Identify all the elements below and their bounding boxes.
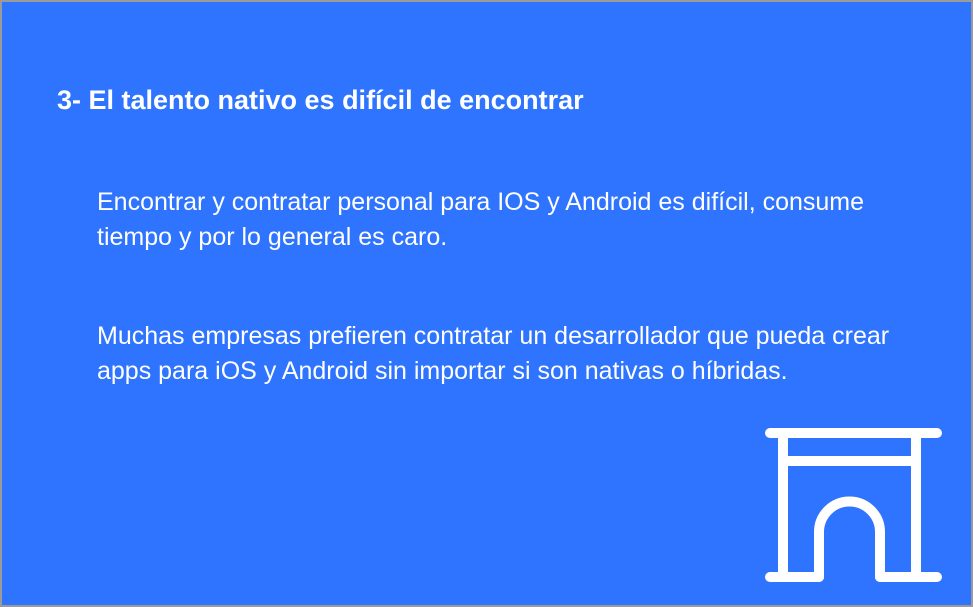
paragraph-companies-preference: Muchas empresas prefieren contratar un d… — [97, 322, 890, 385]
arch-icon — [765, 428, 942, 582]
paragraph-hiring-difficulty: Encontrar y contratar personal para IOS … — [97, 188, 865, 251]
slide-title: 3- El talento nativo es difícil de encon… — [57, 85, 584, 115]
slide: 3- El talento nativo es difícil de encon… — [2, 2, 971, 605]
